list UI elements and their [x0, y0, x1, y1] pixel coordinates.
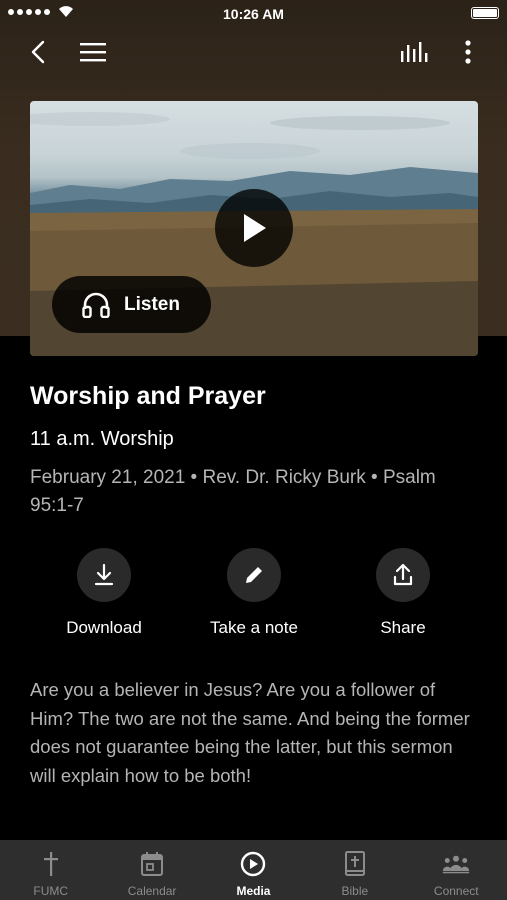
sermon-thumbnail: Listen — [30, 101, 478, 356]
service-name: 11 a.m. Worship — [30, 428, 174, 450]
hamburger-menu-icon — [80, 43, 106, 62]
play-icon — [244, 214, 266, 242]
sermon-meta: February 21, 2021 • Rev. Dr. Ricky Burk … — [30, 467, 436, 516]
tab-label-connect: Connect — [433, 884, 479, 898]
share-circle[interactable] — [376, 548, 430, 602]
headphones-icon — [82, 292, 110, 318]
download-label: Download — [66, 618, 142, 637]
status-time: 10:26 AM — [223, 6, 284, 22]
share-label: Share — [380, 618, 426, 637]
menu-button[interactable] — [76, 36, 110, 68]
more-button[interactable] — [454, 36, 482, 68]
listen-button[interactable]: Listen — [52, 276, 211, 333]
download-button[interactable]: Download — [29, 548, 179, 638]
download-icon — [94, 563, 114, 586]
sermon-description: Are you a believer in Jesus? Are you a f… — [30, 679, 470, 786]
people-icon — [443, 855, 470, 874]
sermon-title: Worship and Prayer — [30, 382, 266, 410]
tab-label-fumc: FUMC — [33, 884, 69, 898]
tab-calendar[interactable]: Calendar — [101, 840, 202, 900]
pencil-icon — [246, 567, 262, 583]
cross-icon — [43, 852, 58, 876]
tab-fumc[interactable]: FUMC — [0, 840, 101, 900]
calendar-icon — [141, 852, 164, 876]
listen-label: Listen — [124, 293, 180, 315]
battery-icon — [471, 7, 499, 19]
tab-bar: FUMC Calendar Media Bible Connect — [0, 840, 507, 900]
take-note-button[interactable]: Take a note — [179, 548, 329, 638]
take-note-circle[interactable] — [227, 548, 281, 602]
tab-bible[interactable]: Bible — [304, 840, 405, 900]
share-icon — [393, 563, 413, 586]
chevron-left-icon — [31, 40, 45, 64]
tab-label-calendar: Calendar — [127, 884, 177, 898]
take-note-label: Take a note — [210, 618, 298, 637]
tab-label-media: Media — [236, 884, 271, 898]
play-circle-icon — [241, 851, 266, 877]
tab-label-bible: Bible — [341, 884, 369, 898]
download-circle[interactable] — [77, 548, 131, 602]
tab-connect[interactable]: Connect — [406, 840, 507, 900]
equalizer-icon — [401, 42, 428, 62]
back-button[interactable] — [22, 36, 54, 68]
audio-button[interactable] — [396, 36, 432, 68]
status-bar: 10:26 AM — [0, 0, 507, 28]
bible-icon — [344, 851, 365, 876]
more-vertical-icon — [465, 40, 471, 64]
share-button[interactable]: Share — [328, 548, 478, 638]
tab-media[interactable]: Media — [203, 840, 304, 900]
play-button[interactable] — [215, 189, 293, 267]
